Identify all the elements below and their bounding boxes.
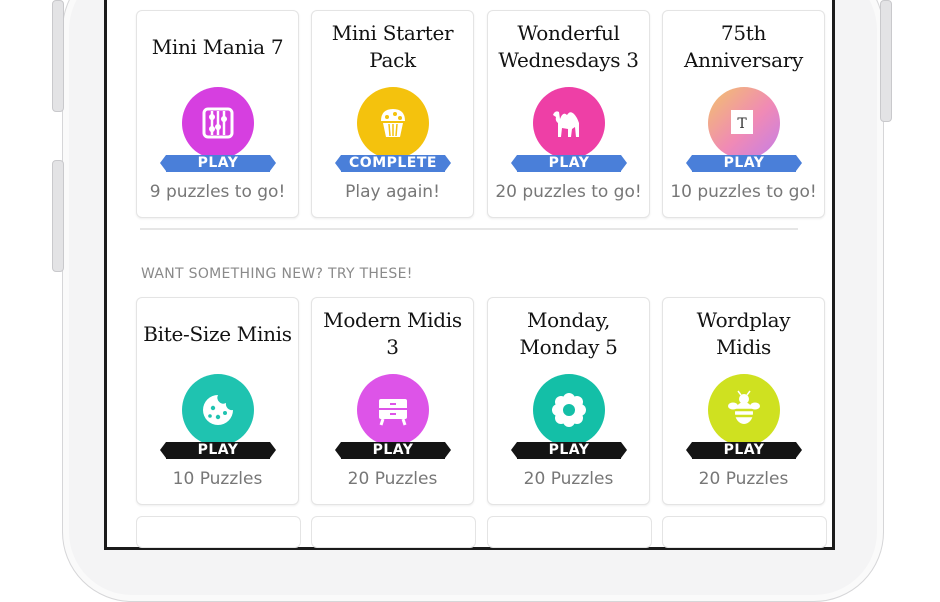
pack-title: Mini Mania 7 (151, 34, 284, 59)
section-divider (140, 228, 798, 230)
cupcake-icon (357, 87, 429, 159)
play-ribbon[interactable]: PLAY (511, 442, 627, 459)
pack-card-mini-starter-pack[interactable]: Mini Starter Pack COMPLETE Play again! (311, 10, 474, 218)
play-ribbon[interactable]: PLAY (160, 442, 276, 459)
abacus-icon (182, 87, 254, 159)
anniversary-icon: T (708, 87, 780, 159)
pack-title: Wonderful Wednesdays 3 (498, 21, 639, 72)
pack-title: Wordplay Midis (696, 308, 791, 359)
pack-puzzle-count: 20 Puzzles (523, 469, 614, 489)
pack-title: Mini Starter Pack (331, 21, 454, 72)
nightstand-icon (357, 374, 429, 446)
pack-title: 75th Anniversary (683, 21, 804, 72)
play-ribbon[interactable]: PLAY (160, 155, 276, 172)
pack-progress: 20 puzzles to go! (495, 182, 642, 202)
cookie-icon (182, 374, 254, 446)
pack-card-wordplay-midis[interactable]: Wordplay Midis PLAY 20 Puzzles (662, 297, 825, 505)
pack-puzzle-count: 10 Puzzles (172, 469, 263, 489)
pack-card-modern-midis-3[interactable]: Modern Midis 3 PLAY 20 Puzzles (311, 297, 474, 505)
pack-card-wonderful-wednesdays-3[interactable]: Wonderful Wednesdays 3 PLAY 20 puzzles t… (487, 10, 650, 218)
pack-card-75th-anniversary[interactable]: 75th Anniversary T PLAY 10 puzzles to go… (662, 10, 825, 218)
svg-text:T: T (737, 116, 747, 132)
pack-progress: Play again! (345, 182, 440, 202)
section-header: WANT SOMETHING NEW? TRY THESE! (141, 266, 413, 282)
pack-card-monday-monday-5[interactable]: Monday, Monday 5 PLAY 20 Puzzles (487, 297, 650, 505)
pack-card-bite-size-minis[interactable]: Bite-Size Minis PLAY 10 Puzzles (136, 297, 299, 505)
phone-side-button-upper (52, 0, 64, 112)
pack-progress: 9 puzzles to go! (149, 182, 286, 202)
pack-puzzle-count: 20 Puzzles (698, 469, 789, 489)
play-ribbon[interactable]: PLAY (686, 155, 802, 172)
complete-ribbon[interactable]: COMPLETE (335, 155, 451, 172)
play-ribbon[interactable]: PLAY (511, 155, 627, 172)
play-ribbon[interactable]: PLAY (335, 442, 451, 459)
pack-card-partial[interactable] (136, 516, 301, 548)
pack-puzzle-count: 20 Puzzles (347, 469, 438, 489)
phone-side-button-lower (52, 160, 64, 272)
pack-card-partial[interactable] (487, 516, 652, 548)
play-ribbon[interactable]: PLAY (686, 442, 802, 459)
phone-power-button (880, 0, 892, 122)
pack-title: Bite-Size Minis (143, 321, 292, 346)
flower-icon (533, 374, 605, 446)
pack-card-mini-mania-7[interactable]: Mini Mania 7 PLAY 9 puzzles to go! (136, 10, 299, 218)
camel-icon (533, 87, 605, 159)
pack-title: Modern Midis 3 (323, 308, 462, 359)
pack-title: Monday, Monday 5 (519, 308, 618, 359)
pack-card-partial[interactable] (311, 516, 476, 548)
pack-progress: 10 puzzles to go! (670, 182, 817, 202)
bee-icon (708, 374, 780, 446)
pack-card-partial[interactable] (662, 516, 827, 548)
